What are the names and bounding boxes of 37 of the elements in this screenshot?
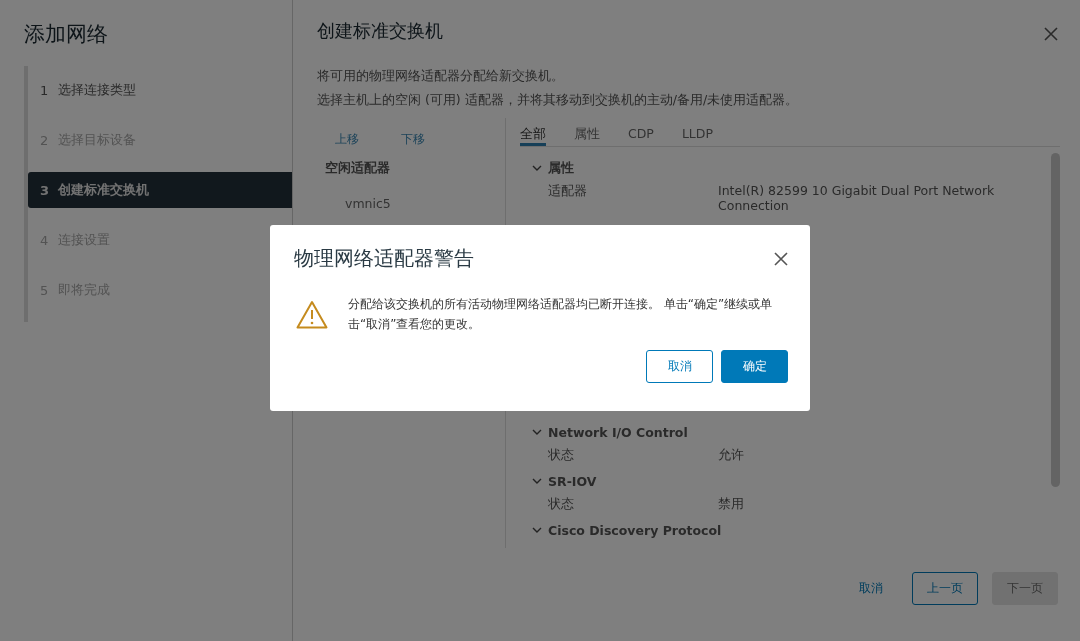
property-value: Intel(R) 82599 10 Gigabit Dual Port Network Connection <box>718 183 996 213</box>
tab[interactable]: LLDP <box>681 118 727 146</box>
chevron-icon[interactable] <box>532 525 542 535</box>
property-label: 适配器 <box>548 183 588 200</box>
scrollbar[interactable] <box>1051 153 1060 487</box>
close-icon[interactable] <box>774 251 788 266</box>
cancel-button[interactable]: 取消 <box>646 350 713 383</box>
move-link[interactable]: 下移 <box>401 132 425 156</box>
property-value: 禁用 <box>718 496 745 511</box>
adapter-item[interactable]: vmnic5 <box>325 177 505 211</box>
description-text: 选择主机上的空闲 (可用) 适配器，并将其移动到交换机的主动/备用/未使用适配器。 <box>316 91 800 109</box>
confirm-button[interactable]: 确定 <box>721 350 788 383</box>
warning-icon <box>296 300 328 329</box>
dialog-message: 分配给该交换机的所有活动物理网络适配器均已断开连接。 单击“确定”继续或单击“取消”查看您的更改。 <box>348 296 774 333</box>
page-title: 创建标准交换机 <box>317 19 443 43</box>
move-link[interactable]: 上移 <box>335 132 359 156</box>
description-text: 将可用的物理网络适配器分配给新交换机。 <box>316 67 565 85</box>
tab[interactable]: 属性 <box>574 118 614 146</box>
chevron-icon[interactable] <box>532 427 542 437</box>
tab[interactable]: 全部 <box>520 118 546 146</box>
section-heading: 属性 <box>548 159 574 177</box>
wizard-step[interactable]: 1 选择连接类型 <box>28 72 292 108</box>
wizard-title: 添加网络 <box>23 21 109 48</box>
footer-button[interactable]: 上一页 <box>912 571 978 605</box>
chevron-icon[interactable] <box>532 476 542 486</box>
section-heading: Cisco Discovery Protocol <box>548 522 722 538</box>
property-value: 允许 <box>718 447 745 462</box>
tab[interactable]: CDP <box>628 118 668 146</box>
property-label: 状态 <box>548 496 575 511</box>
close-icon <box>1044 27 1058 41</box>
section-heading: SR-IOV <box>548 473 597 489</box>
property-label: 状态 <box>548 447 575 462</box>
section-heading: Network I/O Control <box>548 424 688 440</box>
wizard-step[interactable]: 3 创建标准交换机 <box>28 172 292 208</box>
dialog-title: 物理网络适配器警告 <box>294 245 474 272</box>
group-heading: 空闲适配器 <box>325 160 391 177</box>
chevron-icon[interactable] <box>532 163 542 173</box>
